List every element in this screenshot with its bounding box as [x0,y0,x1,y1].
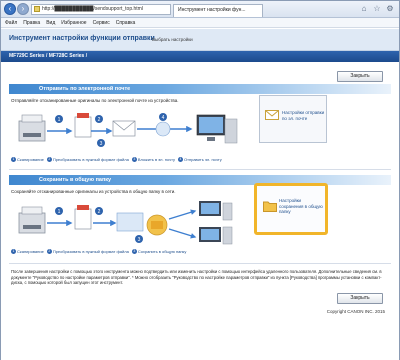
email-workflow-diagram: 1 2 3 4 [18,113,238,147]
page-favicon-icon [34,6,40,12]
email-settings-link[interactable]: Настройки отправки по эл. почте [259,95,327,143]
shared-folder-icon [116,212,168,236]
browser-tab[interactable]: Инструмент настройки фун... [173,4,263,17]
email-steps: 1 Сканирование 2 Преобразовать в нужный фор… [11,157,225,163]
folder-settings-label: Настройки сохранения в общую папку [279,198,323,214]
home-icon[interactable]: ⌂ [359,4,369,14]
section-divider [9,263,391,264]
folder-section-header: Сохранить в общую папку [9,175,391,185]
step-label: Преобразовать в нужный формат файла [52,249,129,254]
email-settings-label: Настройки отправки по эл. почте [282,110,325,121]
workflow-step: 4 Отправить эл. почту [178,157,222,163]
model-bar: MF729C Series / MF728C Series / [1,51,399,62]
step-number-badge: 3 [131,249,137,255]
svg-text:2: 2 [98,117,101,123]
page-subtitle: Выбрать настройки [152,37,193,42]
step-number-badge: 2 [46,249,52,255]
folder-settings-link[interactable]: Настройки сохранения в общую папку [254,183,328,235]
envelope-icon [112,120,136,137]
folder-steps: 1 Сканирование 2 Преобразовать в нужный фор… [11,249,189,255]
section-divider [9,169,391,170]
workflow-step: 2 Преобразовать в нужный формат файла [46,249,129,255]
workflow-step: 3 Вложить в эл. почту [131,157,175,163]
step-number-badge: 1 [11,157,16,163]
svg-text:3: 3 [138,237,141,243]
step-number-badge: 4 [178,157,183,163]
step-label: Сканирование [17,157,44,162]
svg-text:4: 4 [162,115,165,121]
email-section-description: Отправляйте отсканированные оригиналы по… [11,98,179,103]
menu-item[interactable]: Правка [23,18,40,28]
step-label: Сохранить в общую папку [137,249,187,254]
step-number-badge: 3 [131,157,137,163]
menu-item[interactable]: Вид [46,18,55,28]
close-button-bottom[interactable]: Закрыть [337,293,383,304]
folder-section-title: Сохранить в общую папку [39,177,112,183]
email-section-title: Отправить по электронной почте [39,86,131,92]
svg-text:1: 1 [58,209,61,215]
folder-section-description: Сохраняйте отсканированные оригиналы из … [11,189,176,194]
svg-text:2: 2 [98,209,101,215]
workflow-step: 1 Сканирование [11,157,44,163]
svg-text:3: 3 [100,141,103,147]
browser-window: ‹ › http://███████████/sendsupport_top.h… [0,0,400,360]
computer-icon [196,114,238,144]
url-input[interactable]: http://███████████/sendsupport_top.html [31,4,171,15]
menu-item[interactable]: Избранное [61,18,86,28]
footnote-text: После завершения настройки с помощью это… [11,269,382,286]
step-number-badge: 1 [11,249,16,255]
page-content: Инструмент настройки функции отправки Вы… [1,29,399,360]
page-header: Инструмент настройки функции отправки Вы… [1,29,399,51]
svg-text:1: 1 [58,117,61,123]
tab-title: Инструмент настройки фун... [178,7,246,13]
step-label: Отправить эл. почту [184,157,222,162]
printer-icon [18,206,46,234]
menu-item[interactable]: Сервис [93,18,110,28]
address-bar-area: ‹ › http://███████████/sendsupport_top.h… [1,1,399,18]
url-text: http://███████████/sendsupport_top.html [42,6,143,12]
back-icon[interactable]: ‹ [4,3,16,15]
favorites-star-icon[interactable]: ☆ [372,4,382,14]
workflow-step: 1 Сканирование [11,249,44,255]
document-icon [74,113,92,138]
folder-workflow-diagram: 1 2 3 [18,201,233,245]
document-icon [74,205,92,230]
mail-icon [265,110,279,120]
computer-icon [199,201,233,245]
forward-icon[interactable]: › [17,3,29,15]
gear-icon[interactable]: ⚙ [385,4,395,14]
model-name: MF729C Series / MF728C Series / [9,53,88,59]
step-label: Преобразовать в нужный формат файла [52,157,129,162]
printer-icon [18,114,46,142]
close-button-top[interactable]: Закрыть [337,71,383,82]
menu-bar: Файл Правка Вид Избранное Сервис Справка [1,18,399,28]
folder-icon [263,201,277,212]
menu-item[interactable]: Файл [5,18,17,28]
network-icon [155,121,171,137]
step-number-badge: 2 [46,157,52,163]
workflow-step: 3 Сохранить в общую папку [131,249,187,255]
copyright: Copyright CANON INC. 2015 [326,309,385,314]
menu-item[interactable]: Справка [116,18,136,28]
email-section-header: Отправить по электронной почте [9,84,391,94]
workflow-step: 2 Преобразовать в нужный формат файла [46,157,129,163]
step-label: Сканирование [17,249,44,254]
page-title: Инструмент настройки функции отправки [9,35,155,42]
step-label: Вложить в эл. почту [137,157,175,162]
